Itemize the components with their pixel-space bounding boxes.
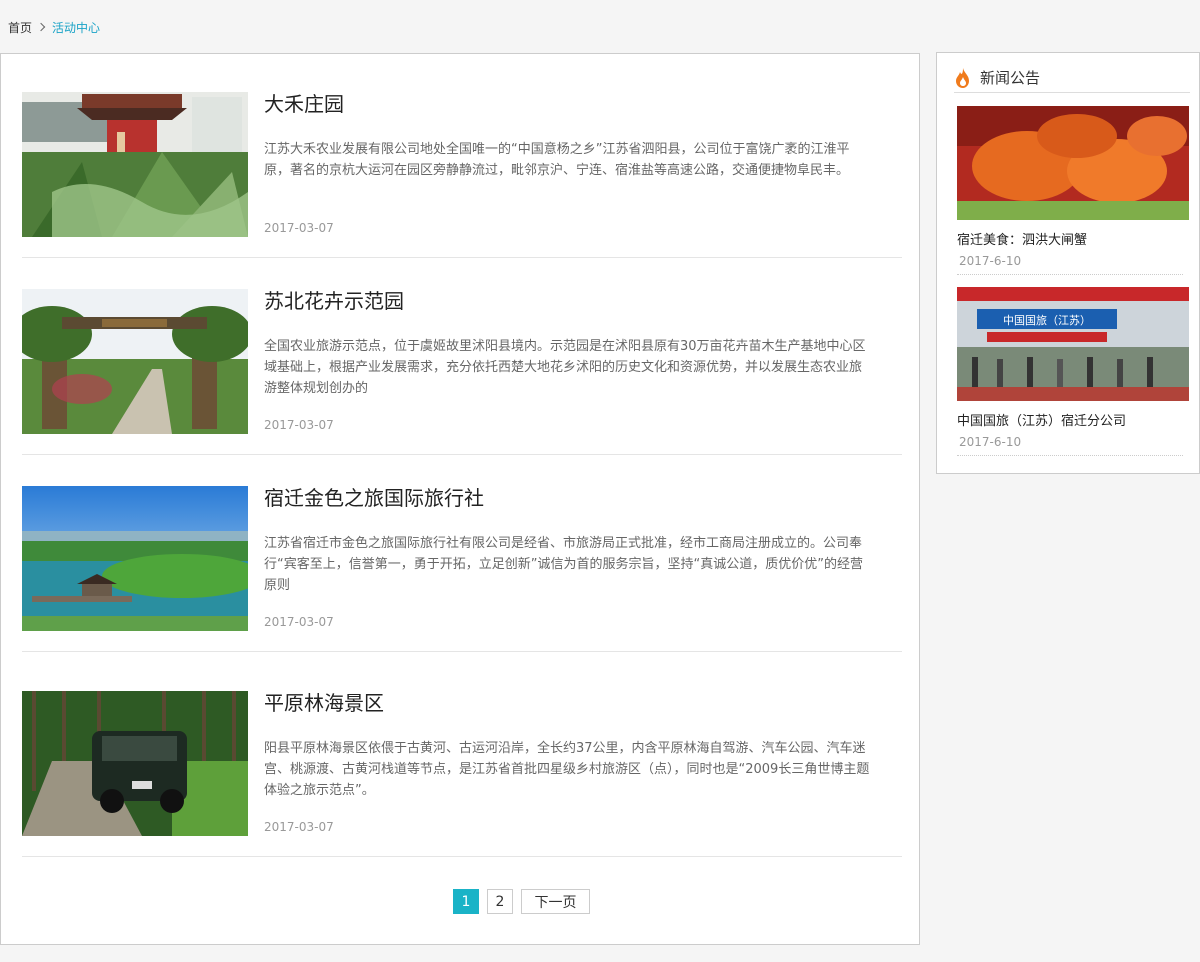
article-thumbnail[interactable] bbox=[22, 92, 248, 237]
page-2-button[interactable]: 2 bbox=[487, 889, 513, 914]
article-item[interactable]: 大禾庄园 江苏大禾农业发展有限公司地处全国唯一的“中国意杨之乡”江苏省泗阳县，公… bbox=[22, 61, 902, 258]
pagination: 1 2 下一页 bbox=[453, 889, 590, 914]
article-item[interactable]: 平原林海景区 阳县平原林海景区依偎于古黄河、古运河沿岸，全长约37公里，内含平原… bbox=[22, 660, 902, 857]
article-title[interactable]: 大禾庄园 bbox=[264, 92, 344, 116]
article-thumbnail[interactable] bbox=[22, 486, 248, 631]
article-thumbnail[interactable] bbox=[22, 691, 248, 836]
article-thumbnail[interactable] bbox=[22, 289, 248, 434]
news-title[interactable]: 宿迁美食：泗洪大闸蟹 bbox=[957, 229, 1189, 248]
page-1-button[interactable]: 1 bbox=[453, 889, 479, 914]
article-date: 2017-03-07 bbox=[264, 221, 334, 235]
article-item[interactable]: 苏北花卉示范园 全国农业旅游示范点，位于虞姬故里沭阳县境内。示范园是在沭阳县原有… bbox=[22, 258, 902, 455]
news-date: 2017-6-10 bbox=[957, 254, 1183, 275]
article-title[interactable]: 平原林海景区 bbox=[264, 691, 384, 715]
breadcrumb-current[interactable]: 活动中心 bbox=[52, 19, 100, 36]
article-title[interactable]: 宿迁金色之旅国际旅行社 bbox=[264, 486, 484, 510]
article-date: 2017-03-07 bbox=[264, 615, 334, 629]
sign-text: 中国国旅（江苏） bbox=[1003, 313, 1091, 327]
news-date: 2017-6-10 bbox=[957, 435, 1183, 456]
chevron-right-icon bbox=[38, 23, 46, 31]
article-date: 2017-03-07 bbox=[264, 820, 334, 834]
next-page-button[interactable]: 下一页 bbox=[521, 889, 590, 914]
news-item[interactable]: 宿迁美食：泗洪大闸蟹 2017-6-10 bbox=[957, 106, 1189, 275]
article-description: 江苏大禾农业发展有限公司地处全国唯一的“中国意杨之乡”江苏省泗阳县，公司位于富饶… bbox=[264, 142, 850, 178]
news-title[interactable]: 中国国旅（江苏）宿迁分公司 bbox=[957, 410, 1189, 429]
fire-icon bbox=[954, 67, 972, 88]
article-list-panel: 大禾庄园 江苏大禾农业发展有限公司地处全国唯一的“中国意杨之乡”江苏省泗阳县，公… bbox=[0, 53, 920, 945]
sidebar-title: 新闻公告 bbox=[980, 69, 1041, 87]
article-description: 阳县平原林海景区依偎于古黄河、古运河沿岸，全长约37公里，内含平原林海自驾游、汽… bbox=[264, 741, 870, 798]
breadcrumb-home[interactable]: 首页 bbox=[8, 19, 32, 36]
breadcrumb: 首页 活动中心 bbox=[8, 18, 100, 36]
news-item[interactable]: 中国国旅（江苏） 中国国旅（江苏）宿迁分公司 2017-6-10 bbox=[957, 287, 1189, 456]
article-description: 全国农业旅游示范点，位于虞姬故里沭阳县境内。示范园是在沭阳县原有30万亩花卉苗木… bbox=[264, 339, 866, 396]
news-image[interactable] bbox=[957, 106, 1189, 220]
news-image[interactable]: 中国国旅（江苏） bbox=[957, 287, 1189, 401]
sidebar-header: 新闻公告 bbox=[954, 63, 1190, 93]
article-title[interactable]: 苏北花卉示范园 bbox=[264, 289, 404, 313]
article-date: 2017-03-07 bbox=[264, 418, 334, 432]
article-item[interactable]: 宿迁金色之旅国际旅行社 江苏省宿迁市金色之旅国际旅行社有限公司是经省、市旅游局正… bbox=[22, 455, 902, 652]
article-description: 江苏省宿迁市金色之旅国际旅行社有限公司是经省、市旅游局正式批准，经市工商局注册成… bbox=[264, 536, 863, 593]
news-sidebar: 新闻公告 宿迁美食：泗洪大闸蟹 2017-6-10 中国国旅（江苏） 中国国旅（… bbox=[936, 52, 1200, 474]
